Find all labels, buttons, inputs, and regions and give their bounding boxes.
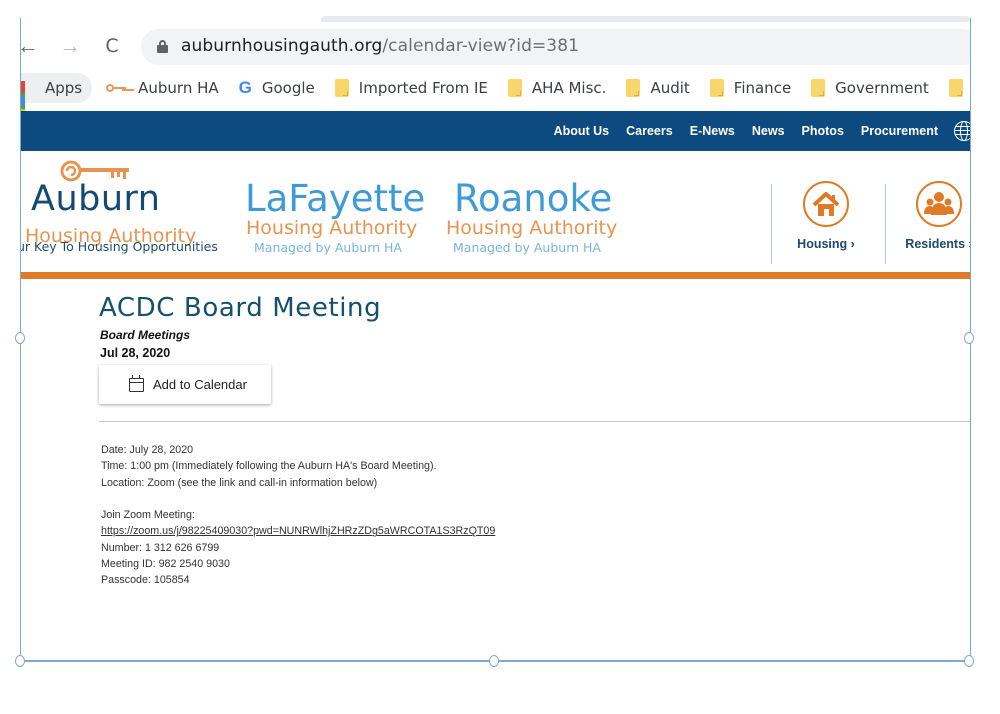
bookmarks-bar: Apps Auburn HA G Google Imported From IE…: [21, 72, 970, 117]
bookmark-auburn-ha[interactable]: Auburn HA: [96, 73, 229, 103]
header-separator: [771, 184, 772, 264]
lafayette-logo-subtitle: Housing Authority: [246, 217, 418, 239]
reload-button[interactable]: C: [99, 33, 125, 59]
lock-icon: [157, 40, 168, 53]
bookmark-label: Government: [835, 79, 929, 97]
lafayette-logo-name[interactable]: LaFayette: [245, 177, 425, 220]
detail-location: Location: Zoom (see the link and call-in…: [101, 476, 378, 489]
folder-icon: [948, 79, 963, 97]
google-icon: G: [238, 78, 252, 97]
nav-link-news[interactable]: News: [752, 124, 785, 138]
bookmark-label: AHA Misc.: [531, 79, 607, 97]
bookmark-label: Imported From IE: [358, 79, 488, 97]
calendar-icon: [129, 374, 144, 392]
folder-icon: [626, 79, 641, 97]
lafayette-managed-by: Managed by Auburn HA: [254, 240, 402, 255]
content-divider: [99, 421, 970, 422]
bookmark-label: Audit: [650, 79, 690, 97]
url-text[interactable]: auburnhousingauth.org/calendar-view?id=3…: [181, 36, 579, 56]
quick-link-housing[interactable]: Housing ›: [781, 181, 871, 251]
house-icon: [803, 181, 849, 227]
detail-passcode: Passcode: 105854: [101, 574, 190, 587]
browser-screenshot: ← → C auburnhousingauth.org/calendar-vie…: [21, 0, 970, 660]
nav-link-photos[interactable]: Photos: [802, 124, 844, 138]
resize-handle-bottom-right[interactable]: [964, 655, 974, 667]
zoom-meeting-link[interactable]: https://zoom.us/j/98225409030?pwd=NUNRWl…: [101, 525, 495, 537]
bookmark-overflow-folder[interactable]: [939, 73, 970, 103]
site-top-nav: About Us Careers E-News News Photos Proc…: [21, 111, 970, 151]
auburn-logo-name: Auburn: [31, 179, 161, 219]
url-path: /calendar-view?id=381: [382, 36, 580, 56]
resize-handle-left[interactable]: [15, 332, 25, 344]
bookmark-label: Google: [261, 79, 315, 97]
browser-toolbar: ← → C auburnhousingauth.org/calendar-vie…: [21, 24, 970, 70]
nav-link-procurement[interactable]: Procurement: [861, 124, 938, 138]
event-date: Jul 28, 2020: [100, 346, 171, 360]
detail-date: Date: July 28, 2020: [101, 444, 194, 456]
back-button[interactable]: ←: [21, 33, 41, 59]
nav-link-e-news[interactable]: E-News: [690, 124, 735, 138]
url-host: auburnhousingauth.org: [181, 36, 383, 56]
forward-button[interactable]: →: [57, 33, 83, 59]
detail-phone-number: Number: 1 312 626 6799: [101, 541, 220, 554]
bookmark-apps[interactable]: Apps: [21, 73, 93, 117]
bookmark-label: Finance: [733, 79, 792, 97]
residents-icon: [916, 181, 962, 227]
bookmark-label: Apps: [45, 79, 83, 97]
site-header: Auburn Housing Authority ur Key To Housi…: [21, 151, 970, 274]
bookmark-google[interactable]: G Google: [229, 73, 325, 103]
bookmark-imported-from-ie[interactable]: Imported From IE: [325, 73, 498, 103]
detail-join-label: Join Zoom Meeting:: [101, 509, 195, 522]
header-separator: [885, 184, 886, 264]
bookmark-label: Auburn HA: [138, 79, 219, 97]
roanoke-logo-name[interactable]: Roanoke: [454, 177, 612, 220]
quick-link-residents[interactable]: Residents ›: [894, 181, 970, 251]
address-bar[interactable]: auburnhousingauth.org/calendar-view?id=3…: [141, 29, 970, 65]
nav-link-careers[interactable]: Careers: [626, 124, 673, 138]
event-title: ACDC Board Meeting: [99, 293, 382, 323]
resize-handle-right[interactable]: [964, 332, 974, 344]
folder-icon: [709, 79, 724, 97]
resize-handle-bottom-center[interactable]: [489, 655, 499, 667]
bookmark-government[interactable]: Government: [801, 73, 939, 103]
tab-strip: [321, 16, 970, 22]
detail-meeting-id: Meeting ID: 982 2540 9030: [101, 558, 230, 571]
auburn-tagline: ur Key To Housing Opportunities: [21, 239, 218, 254]
bookmark-finance[interactable]: Finance: [700, 73, 801, 103]
quick-link-label: Housing ›: [797, 237, 855, 251]
folder-icon: [334, 79, 349, 97]
roanoke-logo-subtitle: Housing Authority: [446, 217, 618, 239]
nav-link-about-us[interactable]: About Us: [554, 124, 610, 138]
add-to-calendar-button[interactable]: Add to Calendar: [99, 365, 271, 404]
bookmark-aha-misc[interactable]: AHA Misc.: [498, 73, 617, 103]
add-to-calendar-label: Add to Calendar: [153, 377, 247, 392]
roanoke-managed-by: Managed by Auburn HA: [453, 240, 601, 255]
bookmark-audit[interactable]: Audit: [616, 73, 699, 103]
folder-icon: [507, 79, 522, 97]
header-accent-bar: [21, 272, 970, 279]
key-icon: [106, 83, 128, 93]
event-details: Date: July 28, 2020 Time: 1:00 pm (Immed…: [101, 442, 495, 589]
quick-link-label: Residents ›: [905, 237, 970, 251]
event-category[interactable]: Board Meetings: [100, 328, 190, 342]
globe-language-icon[interactable]: [954, 121, 970, 141]
detail-time: Time: 1:00 pm (Immediately following the…: [101, 460, 437, 473]
apps-grid-icon: [21, 81, 35, 117]
resize-handle-bottom-left[interactable]: [15, 655, 25, 667]
folder-icon: [811, 79, 826, 97]
